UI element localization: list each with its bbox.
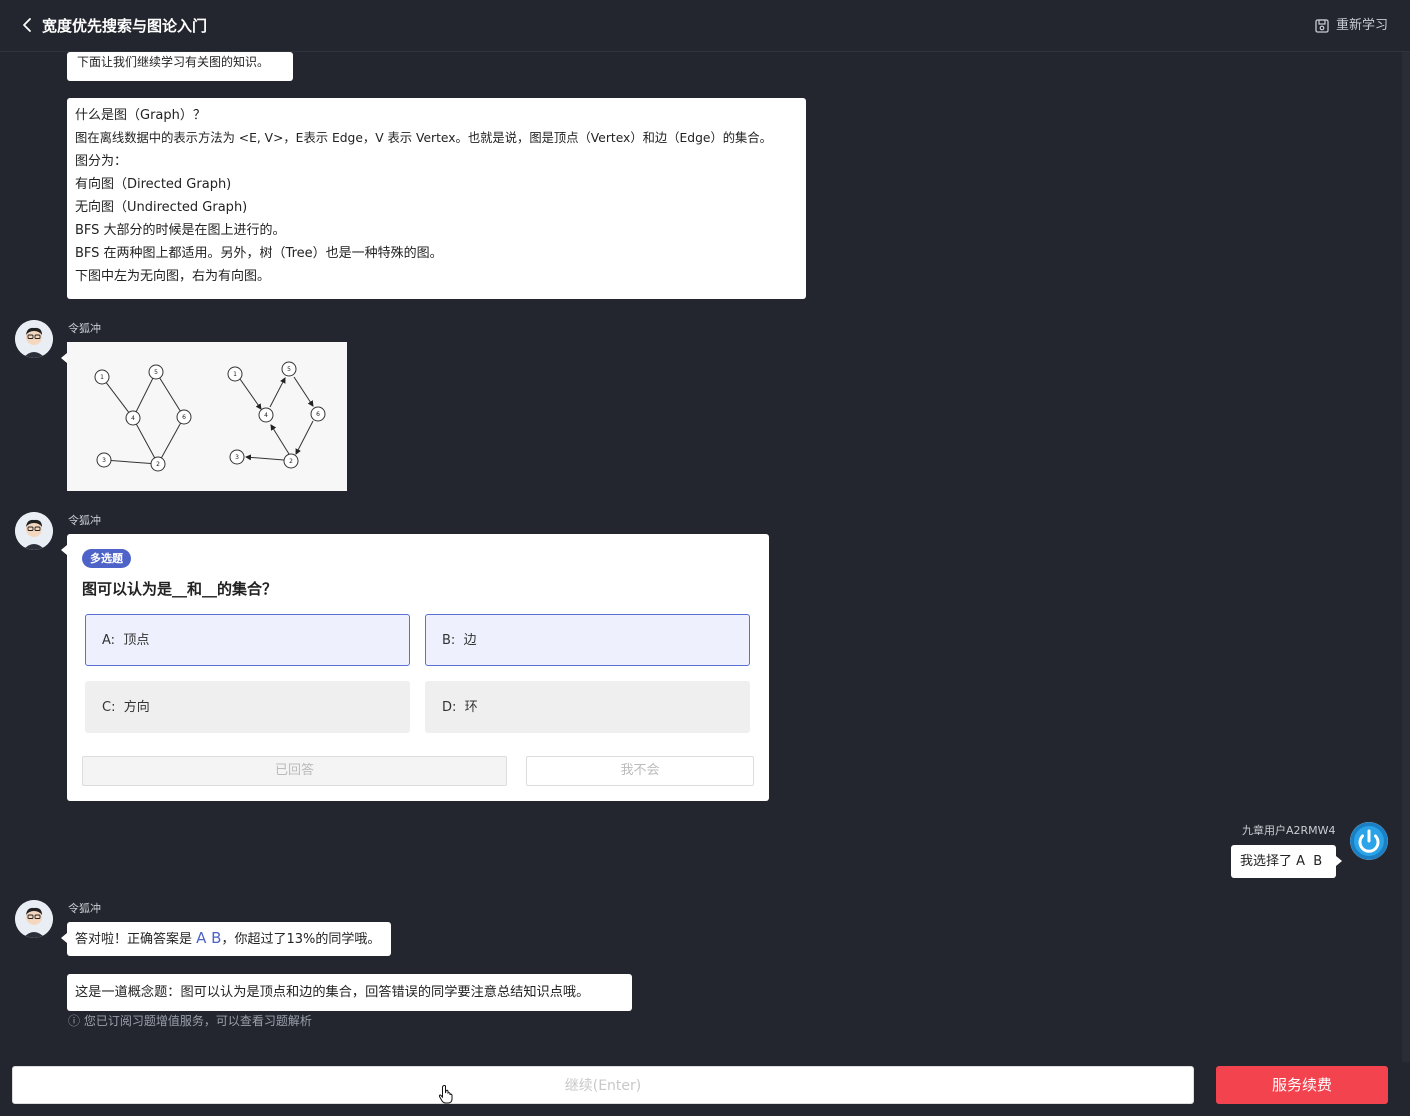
hand-cursor-icon [438,1085,453,1104]
option-text: 顶点 [123,633,150,648]
subscription-hint: ⓘ 您已订阅习题增值服务，可以查看习题解析 [68,1014,312,1028]
explanation-bubble: 这是一道概念题：图可以认为是顶点和边的集合，回答错误的同学要注意总结知识点哦。 [67,974,632,1011]
explanation-text: 这是一道概念题：图可以认为是顶点和边的集合，回答错误的同学要注意总结知识点哦。 [75,985,590,1000]
continue-button[interactable]: 继续(Enter) [12,1066,1194,1104]
save-icon [1315,19,1329,33]
option-text: 环 [464,700,478,715]
restart-button[interactable]: 重新学习 [1314,16,1388,36]
option-b[interactable]: B: 边 [425,614,750,666]
user-avatar [1350,822,1388,860]
renew-service-button[interactable]: 服务续费 [1216,1066,1388,1104]
graph-diagram: 1 5 4 6 3 2 1 5 4 6 3 2 [67,342,347,491]
option-key: C: [102,700,116,715]
graph-intro-bubble: 什么是图（Graph）？ 图在离线数据中的表示方法为 <E, V>，E表示 Ed… [67,98,806,299]
graph-node-label: 4 [131,415,135,422]
correct-answer: A B [196,929,222,947]
question-text: 图可以认为是__和__的集合？ [82,580,278,598]
graph-node-label: 5 [154,369,158,376]
graph-node-label: 1 [233,371,237,378]
user-name: 九章用户A2RMW4 [1242,824,1336,837]
graph-node-label: 1 [100,374,104,381]
graph-node-label: 2 [289,458,293,465]
intro-line: 什么是图（Graph）？ [75,108,206,123]
speaker-name: 令狐冲 [68,322,101,335]
graph-node-label: 2 [156,461,160,468]
quiz-card: 多选题 图可以认为是__和__的集合？ A: 顶点 B: 边 C: 方向 D: … [61,534,769,801]
user-reply-text: 我选择了 A B [1240,854,1323,869]
page-title: 宽度优先搜索与图论入门 [42,17,208,35]
intro-line: BFS 在两种图上都适用。另外，树（Tree）也是一种特殊的图。 [75,246,443,261]
option-text: 边 [463,633,477,648]
option-key: B: [442,633,456,648]
feedback-suffix: ，你超过了13%的同学哦。 [221,932,381,947]
option-d[interactable]: D: 环 [425,681,750,733]
dont-know-button[interactable]: 我不会 [526,756,754,786]
answered-button[interactable]: 已回答 [82,756,507,786]
restart-label: 重新学习 [1335,18,1388,33]
graph-node-label: 5 [287,366,291,373]
graph-node-label: 6 [316,411,320,418]
feedback-bubble: 答对啦！正确答案是 A B，你超过了13%的同学哦。 [61,922,391,956]
option-text: 方向 [123,700,150,715]
avatar [15,512,53,550]
intro-line: 图在离线数据中的表示方法为 <E, V>，E表示 Edge，V 表示 Verte… [75,131,772,145]
option-key: A: [102,633,116,648]
graph-node-label: 6 [182,414,186,421]
message-text: 下面让我们继续学习有关图的知识。 [77,55,270,69]
intro-line: BFS 大部分的时候是在图上进行的。 [75,223,286,238]
top-bar: 宽度优先搜索与图论入门 重新学习 [0,0,1410,52]
teacher-avatar-icon [15,900,53,938]
speaker-name: 令狐冲 [68,902,101,915]
graph-node-label: 3 [235,454,239,461]
question-type-badge: 多选题 [82,549,131,568]
teacher-avatar-icon [15,320,53,358]
message-bubble-partial: 下面让我们继续学习有关图的知识。 [67,52,293,81]
speaker-name: 令狐冲 [68,514,101,527]
user-reply-bubble: 我选择了 A B [1231,845,1342,878]
feedback-prefix: 答对啦！正确答案是 [75,932,193,947]
option-a[interactable]: A: 顶点 [85,614,410,666]
graph-node-label: 3 [102,457,106,464]
graph-image-bubble: 1 5 4 6 3 2 1 5 4 6 3 2 [61,342,347,491]
back-arrow-icon[interactable] [18,16,36,34]
intro-line: 有向图（Directed Graph) [75,177,232,192]
intro-line: 下图中左为无向图，右为有向图。 [75,269,271,284]
option-c[interactable]: C: 方向 [85,681,410,733]
avatar [15,320,53,358]
user-avatar-icon [1350,822,1388,860]
intro-line: 无向图（Undirected Graph) [75,200,248,215]
teacher-avatar-icon [15,512,53,550]
option-key: D: [442,700,457,715]
intro-line: 图分为： [75,154,128,169]
scrollbar[interactable] [1402,52,1410,1062]
graph-node-label: 4 [264,412,268,419]
avatar [15,900,53,938]
